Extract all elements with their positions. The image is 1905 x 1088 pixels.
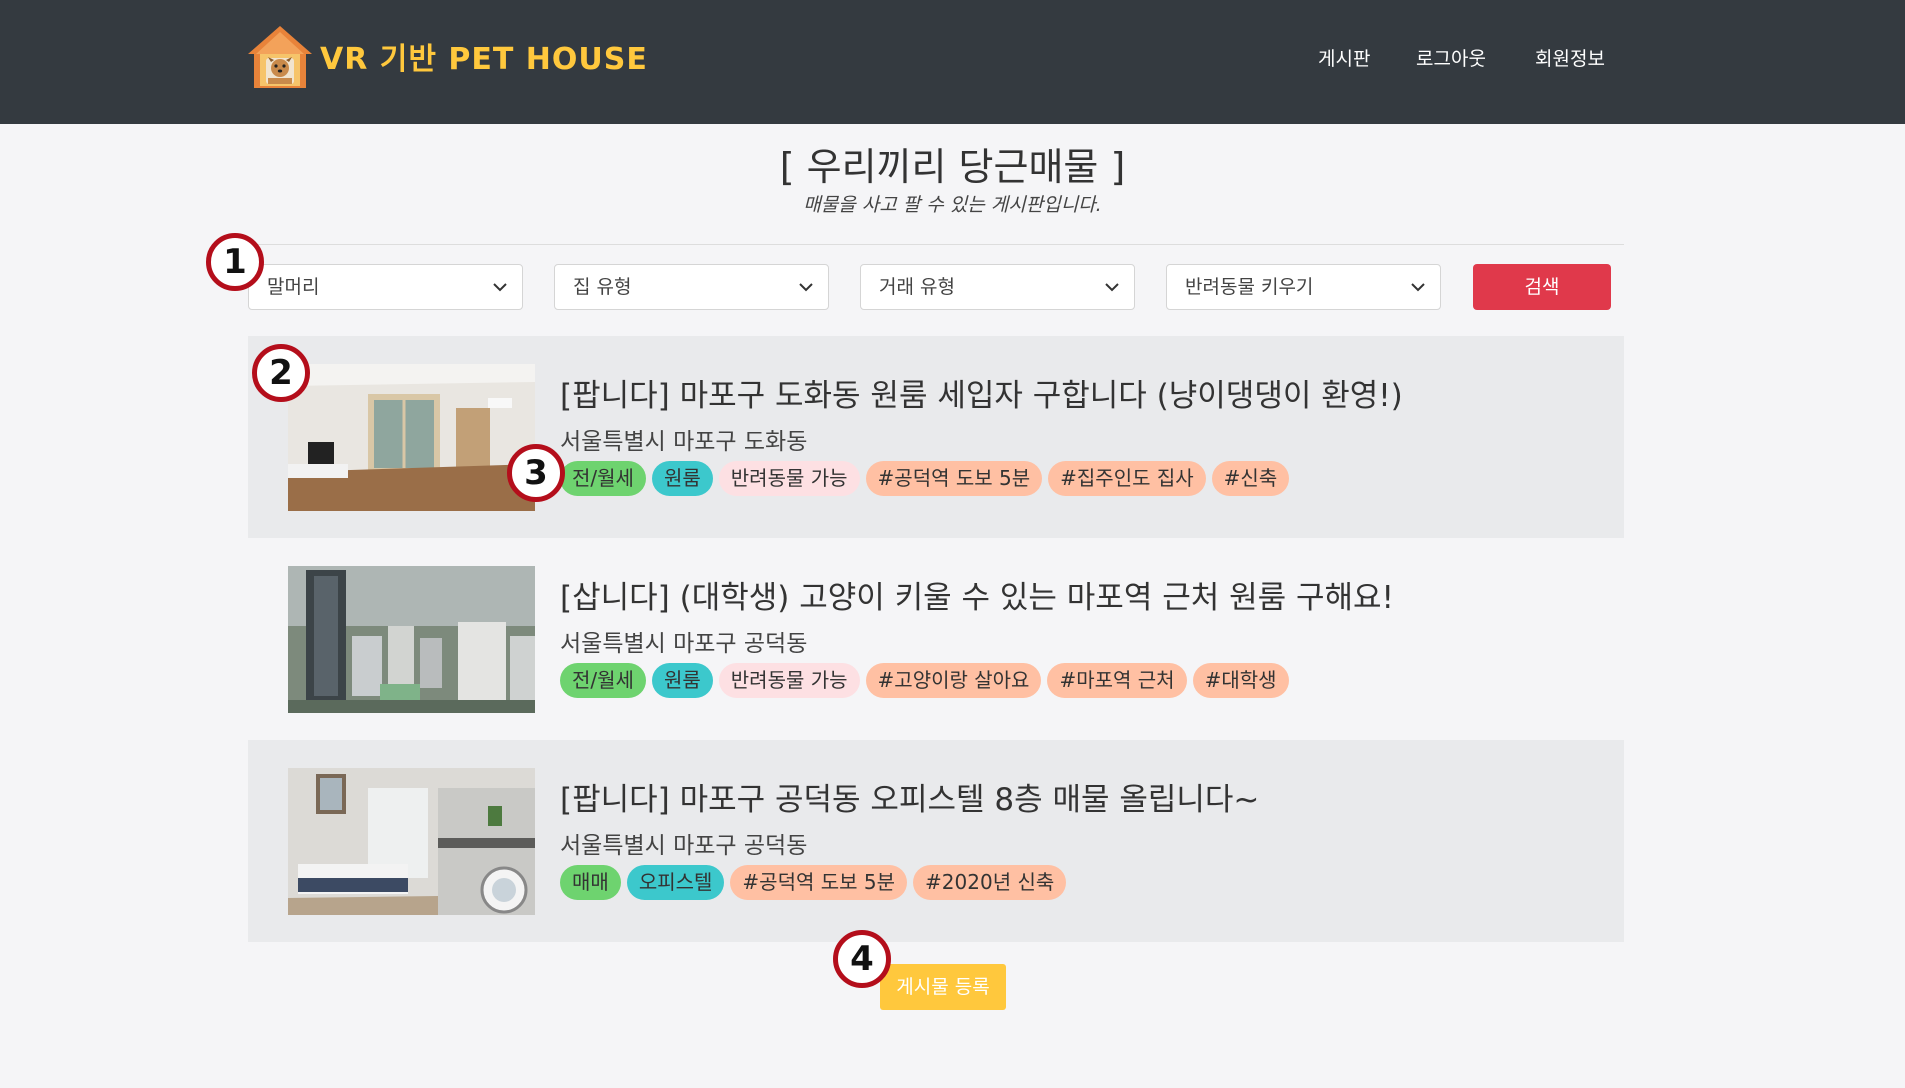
hashtag: #신축 [1211, 461, 1290, 496]
house-type-tag: 원룸 [651, 461, 713, 496]
chevron-down-icon [1105, 283, 1119, 292]
hashtag: #2020년 신축 [913, 865, 1067, 900]
hashtag: #마포역 근처 [1047, 663, 1187, 698]
listing-row[interactable]: [팝니다] 마포구 도화동 원룸 세입자 구합니다 (냥이댕댕이 환영!) 서울… [248, 336, 1624, 538]
listing-tags: 전/월세 원룸 반려동물 가능 #고양이랑 살아요 #마포역 근처 #대학생 [560, 663, 1289, 698]
top-navbar: VR 기반 PET HOUSE 게시판 로그아웃 회원정보 [0, 0, 1905, 124]
pet-allowed-tag: 반려동물 가능 [718, 461, 860, 496]
listing-photo-officetel[interactable] [288, 768, 535, 915]
chevron-down-icon [799, 283, 813, 292]
nav-board-link[interactable]: 게시판 [1318, 44, 1370, 71]
nav-logout-link[interactable]: 로그아웃 [1416, 44, 1486, 71]
listing-tags: 매매 오피스텔 #공덕역 도보 5분 #2020년 신축 [560, 865, 1067, 900]
deal-type-tag: 매매 [560, 865, 621, 900]
hashtag: #집주인도 집사 [1048, 461, 1206, 496]
hashtag: #공덕역 도보 5분 [730, 865, 908, 900]
chevron-down-icon [1411, 283, 1425, 292]
deal-type-tag: 전/월세 [560, 663, 646, 698]
house-type-select[interactable]: 집 유형 [554, 264, 829, 310]
dog-house-logo-icon[interactable] [246, 24, 314, 90]
page-subtitle: 매물을 사고 팔 수 있는 게시판입니다. [803, 194, 1102, 216]
listing-row[interactable]: [팝니다] 마포구 공덕동 오피스텔 8층 매물 올립니다~ 서울특별시 마포구… [248, 740, 1624, 942]
search-button[interactable]: 검색 [1473, 264, 1611, 310]
listing-row[interactable]: [삽니다] (대학생) 고양이 키울 수 있는 마포역 근처 원룸 구해요! 서… [248, 538, 1624, 740]
divider [248, 244, 1624, 245]
listing-location: 서울특별시 마포구 공덕동 [560, 833, 808, 859]
house-type-tag: 원룸 [651, 663, 713, 698]
annotation-marker-4: 4 [833, 930, 891, 988]
chevron-down-icon [493, 283, 507, 292]
pet-allowed-tag: 반려동물 가능 [718, 663, 860, 698]
register-post-button[interactable]: 게시물 등록 [880, 964, 1006, 1010]
pet-allowed-select-value: 반려동물 키우기 [1185, 276, 1314, 298]
hashtag: #대학생 [1192, 663, 1289, 698]
hashtag: #공덕역 도보 5분 [865, 461, 1043, 496]
house-type-tag: 오피스텔 [626, 865, 725, 900]
deal-type-tag: 전/월세 [560, 461, 646, 496]
listing-title[interactable]: [팝니다] 마포구 공덕동 오피스텔 8층 매물 올립니다~ [560, 774, 1259, 819]
brand-name[interactable]: VR 기반 PET HOUSE [320, 34, 648, 78]
hashtag: #고양이랑 살아요 [865, 663, 1042, 698]
pet-allowed-select[interactable]: 반려동물 키우기 [1166, 264, 1441, 310]
nav-member-info-link[interactable]: 회원정보 [1535, 44, 1605, 71]
deal-type-select-value: 거래 유형 [879, 276, 955, 298]
listing-tags: 전/월세 원룸 반려동물 가능 #공덕역 도보 5분 #집주인도 집사 #신축 [560, 461, 1290, 496]
annotation-marker-3: 3 [507, 444, 565, 502]
listing-location: 서울특별시 마포구 도화동 [560, 429, 808, 455]
listing-title[interactable]: [삽니다] (대학생) 고양이 키울 수 있는 마포역 근처 원룸 구해요! [560, 572, 1394, 617]
category-select[interactable]: 말머리 [248, 264, 523, 310]
page-title: [ 우리끼리 당근매물 ] [779, 145, 1126, 189]
house-type-select-value: 집 유형 [573, 276, 632, 298]
listing-photo-room[interactable] [288, 364, 535, 511]
annotation-marker-2: 2 [252, 344, 310, 402]
listing-title[interactable]: [팝니다] 마포구 도화동 원룸 세입자 구합니다 (냥이댕댕이 환영!) [560, 370, 1403, 415]
deal-type-select[interactable]: 거래 유형 [860, 264, 1135, 310]
listing-photo-city-view[interactable] [288, 566, 535, 713]
annotation-marker-1: 1 [206, 233, 264, 291]
category-select-value: 말머리 [267, 276, 320, 298]
listing-location: 서울특별시 마포구 공덕동 [560, 631, 808, 657]
